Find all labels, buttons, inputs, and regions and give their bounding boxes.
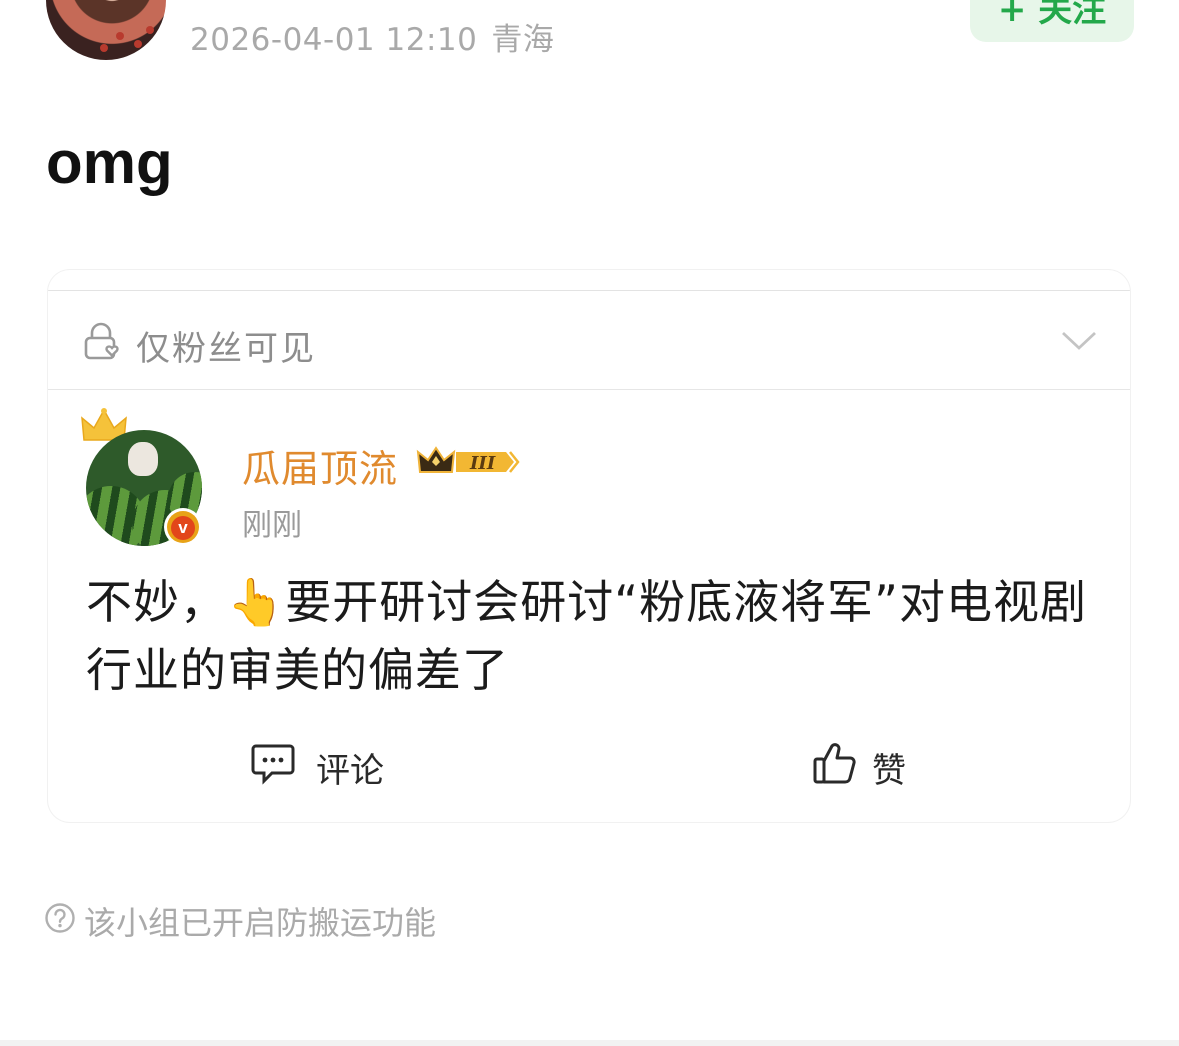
verified-badge-icon: v <box>164 508 202 546</box>
chevron-down-icon[interactable] <box>1060 329 1098 353</box>
follow-button[interactable]: + 关注 <box>970 0 1134 42</box>
member-level-text: III <box>469 453 496 474</box>
user-avatar[interactable] <box>46 0 166 60</box>
divider <box>48 389 1130 390</box>
repost-text: 不妙，👆要开研讨会研讨“粉底液将军”对电视剧行业的审美的偏差了 <box>86 575 1087 697</box>
repost-author-name[interactable]: 瓜届顶流 <box>242 438 398 493</box>
member-crown-badge-icon[interactable]: III <box>414 442 522 482</box>
repost-time: 刚刚 <box>242 508 302 543</box>
anti-repost-text: 该小组已开启防搬运功能 <box>84 904 437 942</box>
thumbs-up-icon <box>813 743 856 784</box>
visibility-label: 仅粉丝可见 <box>136 329 316 369</box>
post-location: 青海 <box>491 22 555 58</box>
question-circle-icon[interactable] <box>44 902 76 934</box>
post-timestamp: 2026-04-01 12:10 <box>190 22 478 58</box>
visibility-row[interactable]: 仅粉丝可见 <box>48 291 1130 389</box>
repost-card[interactable]: 仅粉丝可见 v 瓜届顶流 III 刚刚 不妙，👆要开研讨会研讨“粉底液将军”对电… <box>48 270 1130 822</box>
bottom-divider <box>0 1040 1179 1046</box>
post-meta: 2026-04-01 12:10 青海 <box>190 14 554 59</box>
comment-icon <box>251 744 295 785</box>
like-label: 赞 <box>872 751 906 791</box>
post-text: omg <box>46 129 173 196</box>
lock-heart-icon <box>84 322 119 360</box>
comment-label: 评论 <box>316 751 384 791</box>
